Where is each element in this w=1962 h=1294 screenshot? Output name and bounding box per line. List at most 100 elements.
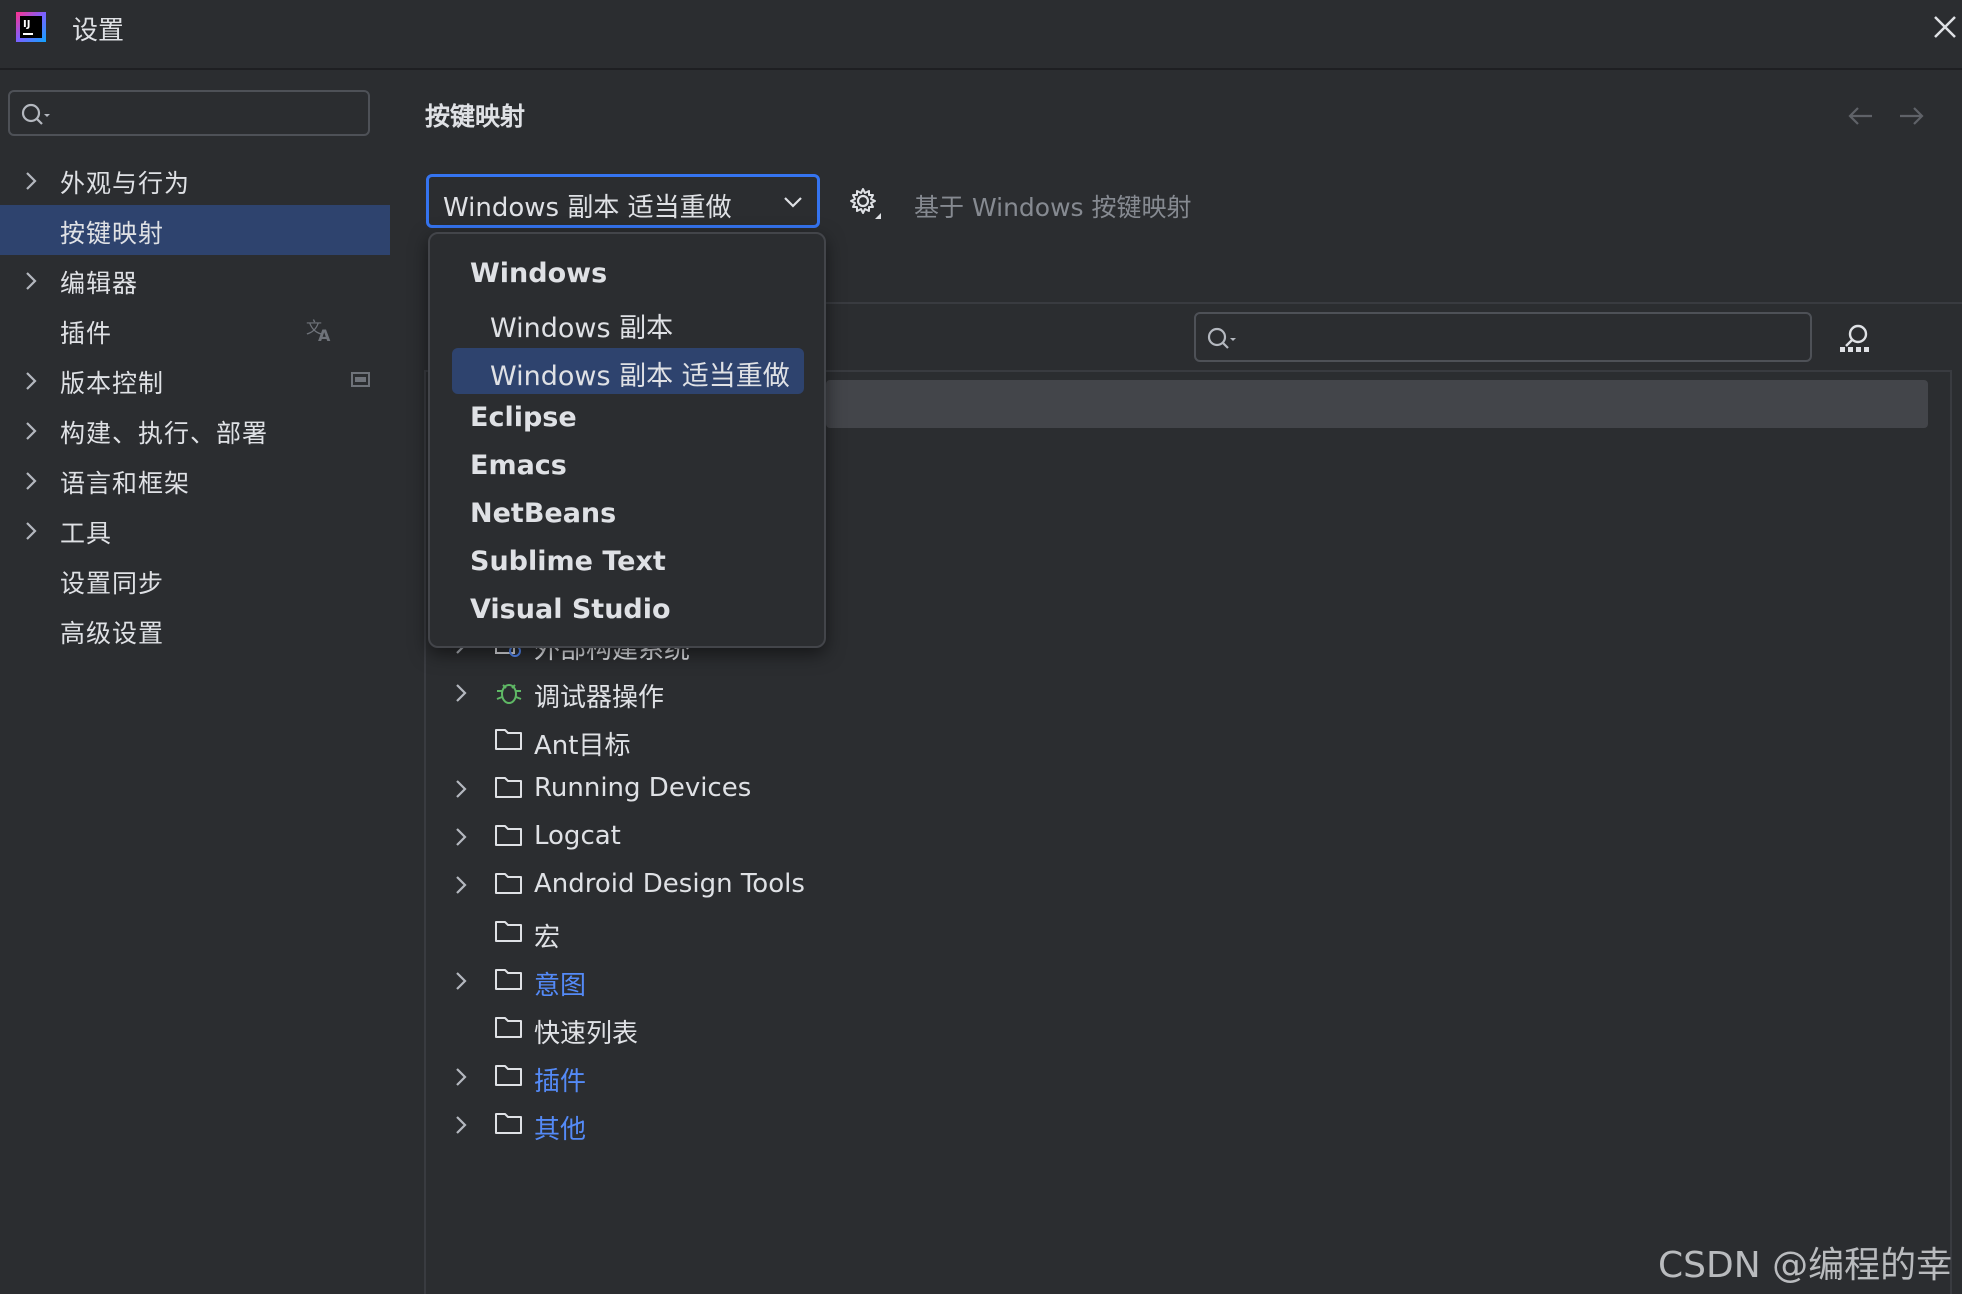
sidebar-item-label: 按键映射 [60,219,165,248]
chevron-right-icon[interactable] [24,471,38,491]
keymap-option-label: Sublime Text [470,546,666,577]
svg-text:A: A [318,326,331,343]
tree-selected-row[interactable] [826,380,1928,428]
gear-icon[interactable] [848,186,882,220]
tree-row-label: 意图 [534,971,587,1001]
keymap-option-label: Visual Studio [470,594,671,625]
chevron-right-icon[interactable] [24,271,38,291]
search-icon [20,102,52,128]
sidebar-item-label: 语言和框架 [60,469,191,498]
forward-arrow-icon[interactable] [1898,104,1926,128]
tree-row[interactable]: 调试器操作 [454,671,1354,715]
keymap-option-label: Windows [470,258,608,289]
chevron-right-icon[interactable] [454,1115,468,1135]
sidebar-item-label: 外观与行为 [60,169,191,198]
bug-icon [494,677,524,707]
keymap-option-label: Eclipse [470,402,577,433]
watermark: CSDN @编程的幸 [1658,1245,1953,1286]
folder-icon [494,1109,524,1137]
sidebar-search-input[interactable] [58,96,362,132]
sidebar-item-label: 插件 [60,319,113,348]
chevron-right-icon[interactable] [454,971,468,991]
folder-icon [494,773,524,801]
sidebar-item[interactable]: 语言和框架 [0,455,390,505]
chevron-right-icon[interactable] [24,521,38,541]
sidebar-item[interactable]: 高级设置 [0,605,390,655]
sidebar-item[interactable]: 设置同步 [0,555,390,605]
folder-icon [494,1013,524,1041]
tree-row[interactable]: Running Devices [454,767,1354,811]
sidebar-item[interactable]: 按键映射 [0,205,390,255]
action-search-field[interactable] [1194,312,1812,362]
keymap-option[interactable]: NetBeans [452,492,804,538]
chevron-right-icon[interactable] [24,421,38,441]
tree-row-label: Running Devices [534,773,752,803]
keymap-option[interactable]: Windows 副本 适当重做 [452,348,804,394]
sidebar-item[interactable]: 构建、执行、部署 [0,405,390,455]
based-on-label: 基于 Windows 按键映射 [914,193,1192,222]
tree-row[interactable]: 插件 [454,1055,1354,1099]
sidebar-item[interactable]: 插件 文 A [0,305,390,355]
tree-row[interactable]: 其他 [454,1103,1354,1147]
intellij-logo-icon: IJ [16,12,46,42]
tree-row-label: Android Design Tools [534,869,805,899]
sidebar-item[interactable]: 外观与行为 [0,155,390,205]
keymap-option[interactable]: Windows 副本 [452,300,804,346]
tree-row[interactable]: Android Design Tools [454,863,1354,907]
folder-icon [494,869,524,897]
tree-row-label: 插件 [534,1067,587,1097]
chevron-right-icon[interactable] [454,683,468,703]
keymap-option-label: Emacs [470,450,567,481]
tree-row[interactable]: 意图 [454,959,1354,1003]
folder-icon [494,821,524,849]
keymap-option[interactable]: Visual Studio [452,588,804,634]
search-icon [1206,326,1238,352]
chevron-right-icon[interactable] [24,171,38,191]
action-search-input[interactable] [1244,320,1798,356]
folder-icon [494,1061,524,1089]
chevron-right-icon[interactable] [24,371,38,391]
sidebar-search-field[interactable] [8,90,370,136]
sidebar-item[interactable]: 编辑器 [0,255,390,305]
sidebar-item-label: 版本控制 [60,369,165,398]
chevron-right-icon[interactable] [454,1067,468,1087]
chevron-down-icon [783,195,803,209]
tree-row-label: Logcat [534,821,621,851]
tree-row[interactable]: Logcat [454,815,1354,859]
chevron-right-icon[interactable] [454,827,468,847]
project-scope-icon [350,371,372,389]
keymap-option[interactable]: Windows [452,252,804,298]
folder-icon [494,917,524,945]
keymap-option[interactable]: Sublime Text [452,540,804,586]
find-shortcut-icon[interactable] [1838,322,1872,354]
chevron-right-icon[interactable] [454,875,468,895]
sidebar-item-label: 设置同步 [60,569,165,598]
sidebar-item-label: 工具 [60,519,113,548]
svg-text:IJ: IJ [23,19,30,30]
keymap-dropdown-popup: Windows Windows 副本 Windows 副本 适当重做 Eclipse E… [428,232,826,648]
tree-row-label: 调试器操作 [534,683,665,713]
sidebar-item-label: 构建、执行、部署 [60,419,269,448]
tree-row[interactable]: 快速列表 [454,1007,1354,1051]
keymap-option[interactable]: Emacs [452,444,804,490]
keymap-option-label: NetBeans [470,498,617,529]
sidebar-item-label: 高级设置 [60,619,165,648]
title-bar [0,0,1962,70]
back-arrow-icon[interactable] [1846,104,1874,128]
close-icon[interactable] [1930,12,1960,42]
chevron-right-icon[interactable] [454,779,468,799]
sidebar-item[interactable]: 版本控制 [0,355,390,405]
keymap-select[interactable]: Windows 副本 适当重做 [426,174,820,228]
tree-row[interactable]: 宏 [454,911,1354,955]
folder-icon [494,965,524,993]
tree-row[interactable]: Ant目标 [454,719,1354,763]
translate-icon: 文A [306,315,336,343]
window-title: 设置 [72,16,125,46]
tree-row-label: 宏 [534,923,561,953]
folder-icon [494,725,524,753]
tree-row-label: Ant目标 [534,731,631,761]
sidebar-item[interactable]: 工具 [0,505,390,555]
keymap-option[interactable]: Eclipse [452,396,804,442]
tree-row-label: 其他 [534,1115,587,1145]
page-title: 按键映射 [425,102,526,131]
